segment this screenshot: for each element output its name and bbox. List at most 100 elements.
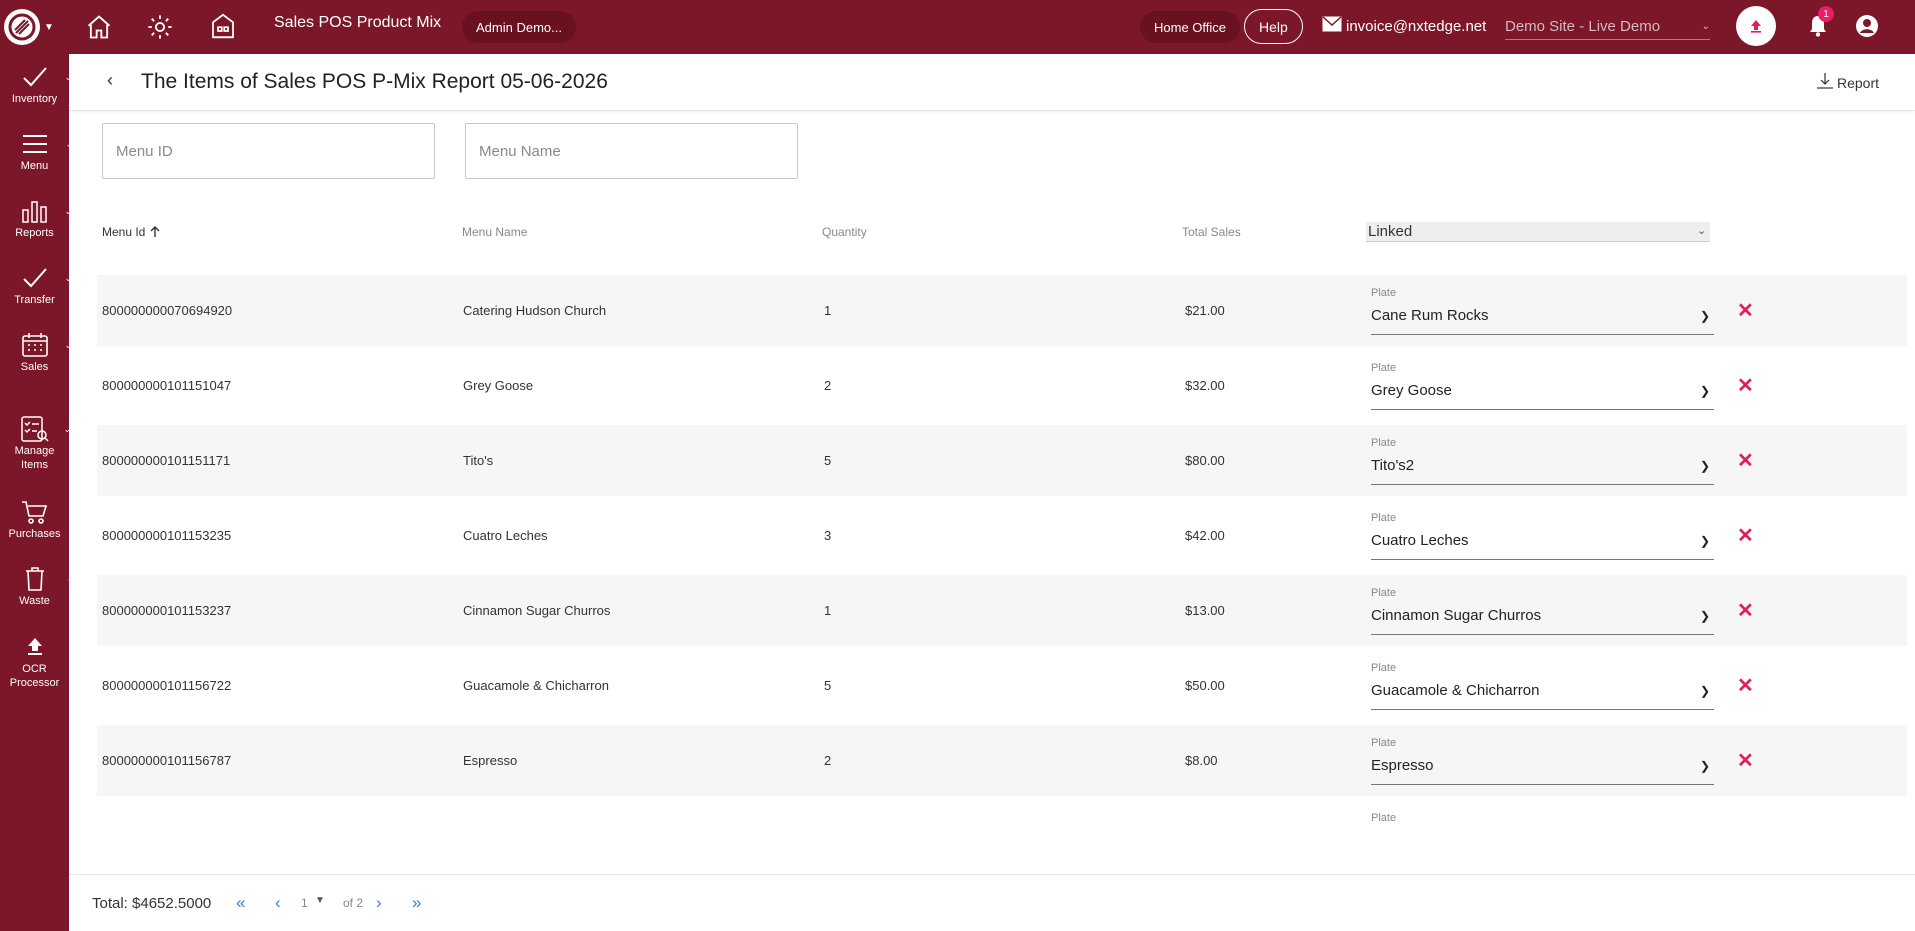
chevron-down-icon: ❯ bbox=[1699, 534, 1710, 548]
remove-link-close-icon[interactable]: ✕ bbox=[1737, 650, 1754, 721]
table-row: Plate bbox=[97, 800, 1907, 832]
sidebar-item-label: Sales bbox=[20, 361, 49, 373]
table-row: 800000000101153237 Cinnamon Sugar Churro… bbox=[97, 575, 1907, 646]
sidebar-item-sales[interactable]: ⌄ Sales bbox=[0, 330, 72, 374]
notification-badge: 1 bbox=[1818, 6, 1834, 22]
quantity-cell: 1 bbox=[824, 603, 832, 618]
help-button[interactable]: Help bbox=[1244, 9, 1303, 44]
table-footer: Total: $4652.5000 « ‹ 1 ▼ of 2 › » bbox=[69, 874, 1915, 931]
plate-label: Plate bbox=[1371, 437, 1397, 449]
next-page-icon[interactable]: › bbox=[376, 893, 382, 913]
top-bar: ▼ Sales POS Product Mix Admin Demo... Ho… bbox=[0, 0, 1915, 54]
menu-id-cell: 800000000101153237 bbox=[102, 603, 232, 618]
app-title: Sales POS Product Mix bbox=[274, 14, 442, 31]
previous-page-icon[interactable]: ‹ bbox=[275, 893, 281, 913]
account-icon[interactable] bbox=[1855, 14, 1879, 38]
plate-select[interactable]: Plate Grey Goose ❯ bbox=[1371, 362, 1714, 410]
page-header: ‹ The Items of Sales POS P-Mix Report 05… bbox=[69, 54, 1915, 111]
menu-name-cell: Tito's bbox=[463, 453, 494, 468]
chevron-down-icon: ⌄ bbox=[1701, 21, 1710, 32]
plate-label: Plate bbox=[1371, 812, 1397, 824]
column-header-menu-id[interactable]: Menu Id bbox=[102, 225, 161, 239]
plate-select[interactable]: Plate Cuatro Leches ❯ bbox=[1371, 512, 1714, 560]
remove-link-close-icon[interactable]: ✕ bbox=[1737, 275, 1754, 346]
sidebar-item-label: Menu bbox=[20, 160, 49, 172]
table-row: 800000000070694920 Catering Hudson Churc… bbox=[97, 275, 1907, 346]
download-report-button[interactable]: Report bbox=[1816, 72, 1879, 93]
plate-select[interactable]: Plate Espresso ❯ bbox=[1371, 737, 1714, 785]
sidebar-item-inventory[interactable]: ⌄ Inventory bbox=[0, 62, 72, 106]
total-sales-cell: $50.00 bbox=[1185, 678, 1225, 693]
plate-value: Espresso bbox=[1371, 757, 1434, 774]
sidebar-item-label: Waste bbox=[19, 595, 50, 607]
plate-label: Plate bbox=[1371, 737, 1397, 749]
menu-name-filter[interactable] bbox=[465, 123, 798, 179]
report-button-label: Report bbox=[1836, 74, 1879, 91]
store-icon[interactable] bbox=[206, 9, 240, 43]
upload-button[interactable] bbox=[1736, 6, 1776, 46]
app-logo[interactable]: ▼ bbox=[4, 8, 58, 46]
back-arrow-icon[interactable]: ‹ bbox=[107, 70, 113, 91]
check-icon: ⌄ bbox=[21, 62, 72, 92]
sidebar-item-waste[interactable]: ⌄ Waste bbox=[0, 564, 74, 608]
total-sales-cell: $32.00 bbox=[1185, 378, 1225, 393]
page-number-select[interactable]: 1 bbox=[301, 896, 308, 910]
first-page-icon[interactable]: « bbox=[236, 893, 245, 913]
menu-id-filter[interactable] bbox=[102, 123, 435, 179]
page-title: The Items of Sales POS P-Mix Report 05-0… bbox=[141, 70, 608, 93]
sidebar: ⌄ Inventory ⌄ Menu ⌄ Reports ⌄ Transfer … bbox=[0, 54, 74, 931]
last-page-icon[interactable]: » bbox=[412, 893, 421, 913]
sidebar-item-transfer[interactable]: ⌄ Transfer bbox=[0, 263, 72, 307]
home-office-button[interactable]: Home Office bbox=[1140, 11, 1241, 43]
quantity-cell: 5 bbox=[824, 453, 832, 468]
plate-select[interactable]: Plate Cinnamon Sugar Churros ❯ bbox=[1371, 587, 1714, 635]
menu-name-cell: Cuatro Leches bbox=[463, 528, 548, 543]
plate-label: Plate bbox=[1371, 662, 1397, 674]
quantity-cell: 5 bbox=[824, 678, 832, 693]
column-header-quantity[interactable]: Quantity bbox=[822, 225, 867, 239]
sidebar-item-reports[interactable]: ⌄ Reports bbox=[0, 196, 72, 240]
plate-select[interactable]: Plate Cane Rum Rocks ❯ bbox=[1371, 287, 1714, 335]
sidebar-item-ocr-processor[interactable]: OCR Processor bbox=[0, 632, 69, 690]
plate-label: Plate bbox=[1371, 512, 1397, 524]
chevron-down-icon: ❯ bbox=[1699, 609, 1710, 623]
plate-select[interactable]: Plate bbox=[1371, 812, 1714, 832]
remove-link-close-icon[interactable]: ✕ bbox=[1737, 425, 1754, 496]
gear-icon[interactable] bbox=[143, 10, 177, 44]
site-name: Demo Site - Live Demo bbox=[1505, 18, 1661, 35]
cart-icon bbox=[21, 497, 49, 527]
total-sales-cell: $8.00 bbox=[1185, 753, 1218, 768]
user-menu[interactable]: Admin Demo... bbox=[462, 11, 576, 43]
plate-value: Cuatro Leches bbox=[1371, 532, 1469, 549]
sidebar-item-label: Inventory bbox=[11, 93, 58, 105]
quantity-cell: 2 bbox=[824, 753, 832, 768]
column-header-total-sales[interactable]: Total Sales bbox=[1182, 225, 1241, 239]
plate-select[interactable]: Plate Guacamole & Chicharron ❯ bbox=[1371, 662, 1714, 710]
column-header-menu-name[interactable]: Menu Name bbox=[462, 225, 527, 239]
bar-chart-icon: ⌄ bbox=[21, 196, 72, 226]
site-selector[interactable]: Demo Site - Live Demo ⌄ bbox=[1505, 14, 1710, 40]
home-icon[interactable] bbox=[82, 10, 116, 44]
remove-link-close-icon[interactable]: ✕ bbox=[1737, 350, 1754, 421]
sidebar-item-label: Purchases bbox=[8, 528, 61, 540]
plate-label: Plate bbox=[1371, 362, 1397, 374]
email-link[interactable]: invoice@nxtedge.net bbox=[1322, 16, 1486, 36]
remove-link-close-icon[interactable]: ✕ bbox=[1737, 575, 1754, 646]
sidebar-item-menu[interactable]: ⌄ Menu bbox=[0, 129, 73, 173]
download-icon bbox=[1816, 72, 1834, 93]
remove-link-close-icon[interactable]: ✕ bbox=[1737, 725, 1754, 796]
plate-value: Tito's2 bbox=[1371, 457, 1415, 474]
total-sales-cell: $42.00 bbox=[1185, 528, 1225, 543]
page-count: of 2 bbox=[343, 896, 364, 910]
menu-name-cell: Cinnamon Sugar Churros bbox=[463, 603, 611, 618]
plate-select[interactable]: Plate Tito's2 ❯ bbox=[1371, 437, 1714, 485]
total-sales-cell: $21.00 bbox=[1185, 303, 1225, 318]
linked-filter-select[interactable]: Linked bbox=[1366, 222, 1710, 242]
sidebar-item-purchases[interactable]: Purchases bbox=[0, 497, 69, 541]
plate-value: Cane Rum Rocks bbox=[1371, 307, 1489, 324]
sidebar-item-manage-items[interactable]: ⌄ Manage Items bbox=[0, 414, 71, 472]
remove-link-close-icon[interactable]: ✕ bbox=[1737, 500, 1754, 571]
plate-label: Plate bbox=[1371, 587, 1397, 599]
menu-name-cell: Catering Hudson Church bbox=[463, 303, 607, 318]
notifications-button[interactable]: 1 bbox=[1806, 6, 1834, 40]
